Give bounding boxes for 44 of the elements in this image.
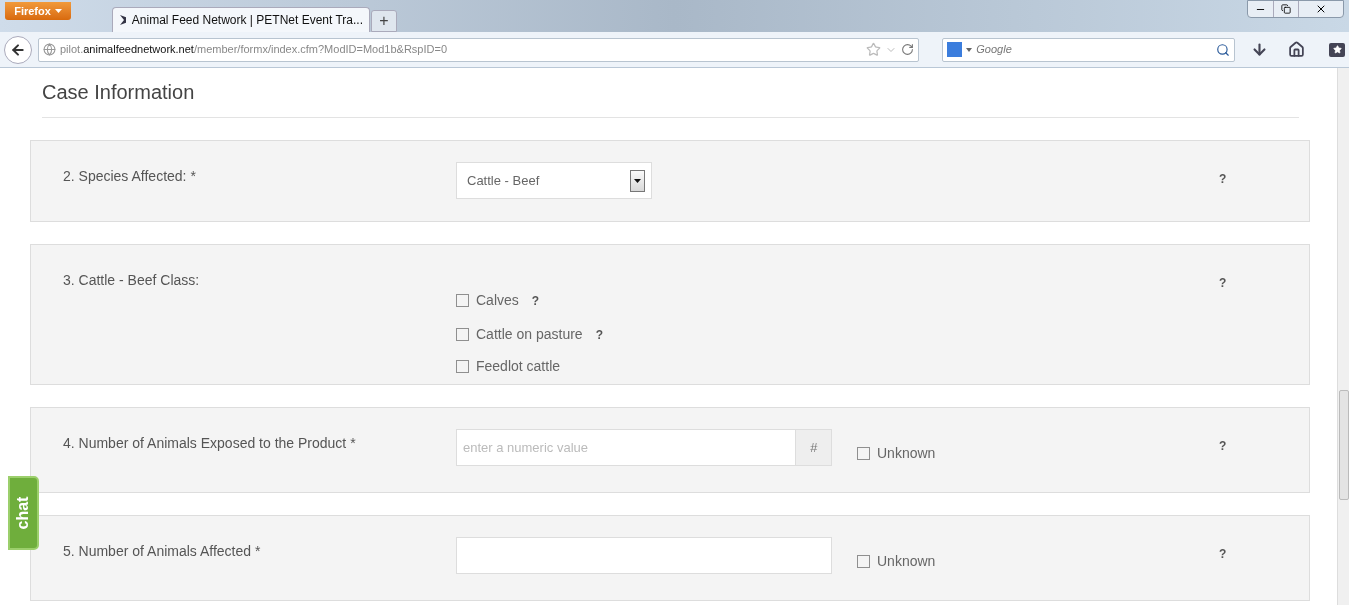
browser-tab[interactable]: Animal Feed Network | PETNet Event Tra... <box>112 7 370 32</box>
checkbox[interactable] <box>857 447 870 460</box>
dropdown-caret-icon <box>630 169 645 192</box>
new-tab-button[interactable]: + <box>371 10 397 32</box>
question-label: 3. Cattle - Beef Class: <box>62 271 201 290</box>
species-select[interactable]: Cattle - Beef <box>456 162 652 199</box>
address-bar[interactable]: pilot.animalfeednetwork.net/member/formx/index.cfm?ModID=Mod1b&RspID=0 <box>38 37 920 62</box>
numeric-input-group[interactable]: enter a numeric value # <box>456 429 832 466</box>
dropdown-icon <box>966 47 973 52</box>
checkbox-label: Unknown <box>877 552 936 571</box>
reload-icon <box>901 43 915 56</box>
section-heading: Case Information <box>42 77 1299 118</box>
help-mark[interactable]: ? <box>531 294 540 308</box>
checkbox[interactable] <box>456 360 469 373</box>
bookmarks-icon[interactable] <box>1329 42 1345 57</box>
input-addon: # <box>795 430 831 465</box>
help-mark[interactable]: ? <box>1219 439 1227 453</box>
help-mark[interactable]: ? <box>1219 547 1227 561</box>
search-field[interactable]: Google <box>942 37 1236 62</box>
question-label: 5. Number of Animals Affected * <box>62 542 262 561</box>
help-mark[interactable]: ? <box>1219 276 1227 290</box>
checkbox[interactable] <box>456 327 469 341</box>
star-icon <box>866 42 882 57</box>
question-label: 4. Number of Animals Exposed to the Product * <box>62 434 357 453</box>
download-icon <box>1251 41 1269 58</box>
numeric-input[interactable]: enter a numeric value <box>457 430 795 465</box>
checkbox-label: Unknown <box>877 444 936 463</box>
checkbox-label: Calves <box>476 290 519 310</box>
home-icon <box>1288 41 1305 58</box>
help-mark[interactable]: ? <box>595 328 603 342</box>
help-mark[interactable]: ? <box>1219 172 1227 186</box>
caret-icon <box>54 9 62 13</box>
search-input[interactable]: Google <box>976 41 1213 58</box>
scrollbar[interactable] <box>1337 68 1349 605</box>
site-logo-icon <box>119 13 126 27</box>
globe-icon <box>43 43 56 56</box>
search-icon <box>1216 42 1231 57</box>
text-input[interactable] <box>456 537 832 574</box>
back-button[interactable] <box>4 35 32 64</box>
checkbox[interactable] <box>857 555 870 568</box>
checkbox[interactable] <box>456 293 469 307</box>
checkbox-label: Feedlot cattle <box>476 357 561 376</box>
checkbox-label: Cattle on pasture <box>476 324 583 344</box>
question-label: 2. Species Affected: * <box>62 167 197 186</box>
